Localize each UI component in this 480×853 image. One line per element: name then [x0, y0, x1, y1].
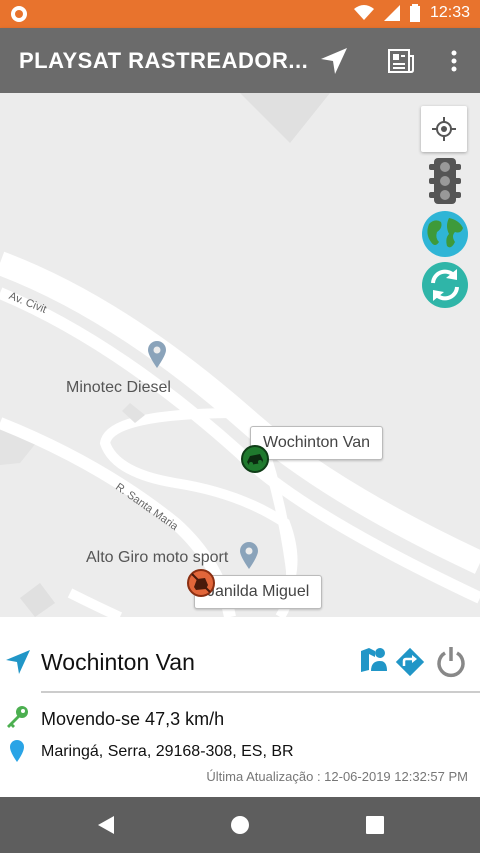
poi-label-altogiro: Alto Giro moto sport: [86, 549, 229, 566]
battery-icon: [409, 4, 420, 22]
crosshair-icon: [432, 117, 456, 141]
map-view[interactable]: Av. Civit R. Santa Maria Minotec Diesel …: [0, 93, 480, 617]
back-triangle-icon: [98, 816, 114, 834]
app-bar: PLAYSAT RASTREADOR...: [0, 28, 480, 93]
navigation-arrow-icon: [6, 650, 30, 674]
app-title: PLAYSAT RASTREADOR...: [19, 48, 309, 73]
navigate-button[interactable]: [316, 43, 352, 79]
panel-divider: [41, 691, 480, 693]
refresh-icon[interactable]: [421, 261, 469, 309]
car-marker-stopped-icon[interactable]: [186, 568, 216, 598]
vehicle-address: Maringá, Serra, 29168-308, ES, BR: [41, 743, 294, 760]
map-person-button[interactable]: [359, 645, 387, 673]
vehicle-name: Wochinton Van: [41, 649, 195, 675]
status-icons: 12:33: [353, 4, 470, 22]
car-marker-moving-icon[interactable]: [240, 444, 270, 474]
location-pin-icon: [10, 740, 24, 762]
system-nav-bar: [0, 797, 480, 853]
poi-label-minotec: Minotec Diesel: [66, 379, 171, 396]
vehicle-info-panel: Wochinton Van Movendo-se 47,3 km/h Marin…: [0, 617, 480, 797]
nav-recents-button[interactable]: [362, 812, 388, 838]
last-update: Última Atualização : 12-06-2019 12:32:57…: [206, 769, 468, 784]
status-bar: 12:33: [0, 0, 480, 28]
poi-pin-icon: [148, 341, 166, 368]
nav-home-button[interactable]: [227, 812, 253, 838]
home-circle-icon: [231, 816, 249, 834]
directions-button[interactable]: [395, 647, 425, 677]
notification-app-icon: [11, 6, 27, 22]
my-location-button[interactable]: [421, 106, 467, 152]
nav-back-button[interactable]: [93, 812, 119, 838]
status-time: 12:33: [429, 4, 470, 21]
navigation-arrow-icon: [321, 48, 347, 74]
poi-pin-icon: [240, 542, 258, 569]
power-button[interactable]: [435, 645, 467, 679]
map-roads: [0, 93, 480, 617]
newspaper-icon: [388, 49, 414, 73]
globe-icon[interactable]: [421, 210, 469, 258]
traffic-light-icon[interactable]: [428, 156, 462, 206]
wifi-icon: [353, 5, 374, 20]
key-icon: [7, 706, 28, 728]
more-vert-icon: [451, 50, 457, 72]
signal-icon: [383, 5, 400, 21]
report-button[interactable]: [382, 43, 418, 79]
overflow-menu-button[interactable]: [436, 43, 472, 79]
vehicle-status: Movendo-se 47,3 km/h: [41, 709, 225, 729]
recents-square-icon: [366, 816, 384, 834]
